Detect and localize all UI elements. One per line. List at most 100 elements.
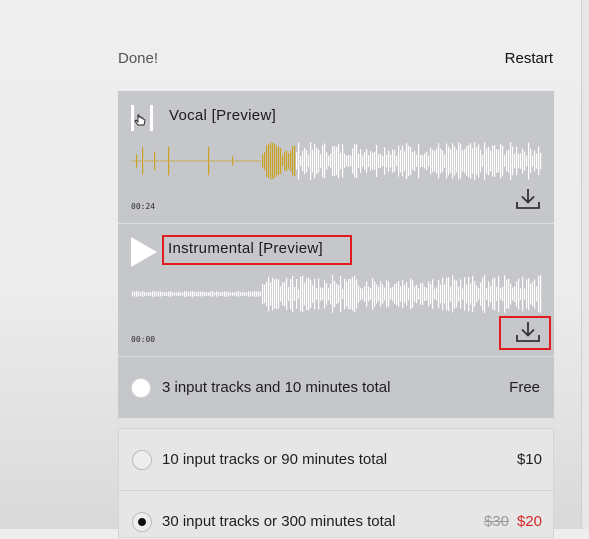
status-text: Done!: [118, 50, 159, 67]
plan-option-free[interactable]: 3 input tracks and 10 minutes total Free: [118, 357, 554, 418]
waveform-bar: [348, 278, 350, 310]
waveform-bar: [376, 284, 378, 304]
waveform-bar: [386, 280, 388, 308]
waveform-bar: [454, 279, 456, 309]
waveform-bar: [286, 277, 288, 311]
waveform-bar: [172, 160, 174, 162]
waveform-bar: [504, 275, 506, 313]
waveform-bar: [466, 146, 468, 176]
waveform-bar: [268, 143, 270, 179]
waveform-bar: [418, 288, 420, 300]
waveform-bar: [276, 145, 278, 177]
waveform-bar: [340, 152, 342, 170]
waveform-bar: [396, 282, 398, 306]
waveform-bar: [504, 155, 506, 167]
download-icon[interactable]: [515, 187, 541, 211]
waveform-bar: [282, 282, 284, 306]
waveform-bar: [138, 291, 140, 297]
waveform-bar: [412, 152, 414, 170]
waveform-bar: [338, 284, 340, 304]
waveform-bar: [144, 292, 146, 296]
waveform-bar: [262, 154, 264, 168]
waveform-bar: [272, 277, 274, 311]
tracks-panel: Vocal [Preview] 00:24 Instrumental [Prev…: [118, 91, 554, 418]
waveform-bar: [178, 160, 180, 162]
waveform-bar: [246, 292, 248, 296]
waveform-instrumental[interactable]: [131, 274, 543, 314]
waveform-bar: [362, 288, 364, 300]
waveform-bar: [148, 160, 150, 162]
waveform-bar: [408, 145, 410, 177]
waveform-bar: [258, 291, 260, 297]
waveform-bar: [442, 150, 444, 172]
waveform-bar: [266, 145, 268, 177]
waveform-bar: [292, 275, 294, 313]
waveform-bar: [218, 160, 220, 162]
waveform-bar: [352, 148, 354, 174]
waveform-bar: [508, 279, 510, 309]
waveform-bar: [378, 286, 380, 302]
waveform-bar: [308, 154, 310, 168]
waveform-bar: [304, 282, 306, 306]
waveform-bar: [272, 143, 274, 179]
waveform-bar: [372, 152, 374, 170]
waveform-bar: [274, 143, 276, 179]
waveform-bar: [416, 284, 418, 304]
play-icon[interactable]: [131, 237, 157, 267]
waveform-bar: [366, 149, 368, 173]
waveform-bar: [166, 160, 168, 162]
waveform-bar: [196, 160, 198, 162]
plan-radio[interactable]: [131, 378, 151, 398]
waveform-bar: [180, 160, 182, 162]
waveform-bar: [484, 275, 486, 313]
waveform-bar: [456, 280, 458, 308]
plan-radio[interactable]: [132, 450, 152, 470]
plan-price: Free: [509, 379, 540, 396]
waveform-bar: [188, 291, 190, 297]
waveform-bar: [524, 151, 526, 171]
waveform-bar: [430, 147, 432, 175]
plan-label: 10 input tracks or 90 minutes total: [162, 451, 388, 468]
waveform-bar: [254, 291, 256, 297]
restart-button[interactable]: Restart: [505, 50, 553, 67]
waveform-bar: [448, 277, 450, 311]
waveform-bar: [136, 291, 138, 297]
waveform-bar: [528, 142, 530, 180]
waveform-bar: [422, 155, 424, 167]
waveform-bar: [164, 292, 166, 296]
waveform-bar: [296, 279, 298, 309]
waveform-bar: [494, 277, 496, 311]
waveform-bar: [376, 144, 378, 178]
waveform-bar: [498, 149, 500, 173]
waveform-bar: [298, 288, 300, 300]
plan-option-10[interactable]: 10 input tracks or 90 minutes total $10: [119, 429, 555, 490]
waveform-bar: [206, 160, 208, 162]
waveform-bar: [500, 143, 502, 179]
waveform-bar: [406, 282, 408, 306]
waveform-bar: [230, 292, 232, 296]
waveform-bar: [368, 155, 370, 167]
waveform-bar: [474, 281, 476, 307]
waveform-bar: [510, 142, 512, 180]
waveform-bar: [532, 155, 534, 167]
waveform-bar: [450, 149, 452, 173]
waveform-bar: [312, 285, 314, 303]
waveform-vocal[interactable]: [131, 141, 543, 181]
waveform-bar: [392, 149, 394, 173]
waveform-bar: [226, 160, 228, 162]
waveform-bar: [522, 148, 524, 174]
plan-radio-selected[interactable]: [132, 512, 152, 532]
waveform-bar: [512, 287, 514, 301]
waveform-bar: [250, 160, 252, 162]
plan-label: 3 input tracks and 10 minutes total: [162, 379, 391, 396]
waveform-bar: [150, 160, 152, 162]
waveform-bar: [316, 288, 318, 300]
waveform-bar: [290, 150, 292, 172]
waveform-bar: [462, 288, 464, 300]
pause-button[interactable]: [131, 105, 153, 131]
waveform-bar: [318, 149, 320, 173]
waveform-bar: [214, 292, 216, 296]
waveform-bar: [536, 286, 538, 302]
waveform-bar: [166, 292, 168, 296]
plan-option-30[interactable]: 30 input tracks or 300 minutes total $30…: [119, 491, 555, 539]
